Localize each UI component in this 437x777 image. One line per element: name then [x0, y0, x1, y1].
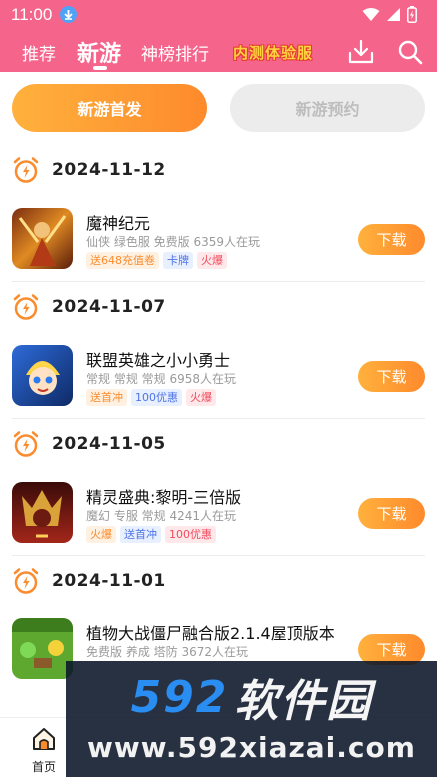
download-button[interactable]: 下载: [358, 224, 425, 255]
game-tags: 火爆 送首冲 100优惠: [86, 526, 216, 543]
download-manager-icon[interactable]: [347, 38, 375, 66]
game-title: 魔神纪元: [86, 214, 151, 233]
tab-new-games[interactable]: 新游: [77, 36, 121, 68]
game-item[interactable]: 精灵盛典:黎明-三倍版 魔幻 专服 常规 4241人在玩 火爆 送首冲 100优…: [12, 482, 425, 546]
segment-preorders[interactable]: 新游预约: [230, 84, 425, 132]
download-button[interactable]: 下载: [358, 361, 425, 392]
alarm-clock-icon: [13, 157, 39, 183]
nav-home[interactable]: 首页: [22, 726, 66, 775]
game-title: 植物大战僵尸融合版2.1.4屋顶版本: [86, 624, 335, 643]
status-time: 11:00: [11, 5, 53, 24]
date-header: 2024-11-01: [12, 566, 166, 596]
watermark-logo: 592 软件园: [66, 667, 437, 728]
tag: 卡牌: [163, 252, 193, 269]
alarm-clock-icon: [13, 568, 39, 594]
game-icon: [12, 208, 73, 269]
game-meta: 仙侠 绿色服 免费版 6359人在玩: [86, 235, 260, 249]
game-meta: 常规 常规 常规 6958人在玩: [86, 372, 236, 386]
divider: [12, 555, 425, 556]
date-header: 2024-11-05: [12, 429, 166, 459]
tag: 火爆: [197, 252, 227, 269]
download-notification-icon: [60, 6, 77, 23]
tab-rankings[interactable]: 神榜排行: [141, 40, 209, 65]
tag: 100优惠: [131, 389, 182, 406]
watermark-digits: 592: [130, 671, 229, 723]
nav-home-label: 首页: [31, 760, 56, 774]
game-icon: [12, 618, 73, 679]
active-tab-indicator: [93, 66, 107, 70]
date-header: 2024-11-12: [12, 155, 166, 185]
watermark-brand: 软件园: [234, 676, 373, 727]
date-header: 2024-11-07: [12, 292, 166, 322]
game-tags: 送648充值卷 卡牌 火爆: [86, 252, 227, 269]
signal-icon: [387, 8, 400, 21]
promo-tab[interactable]: 内测体验服: [233, 42, 313, 63]
tag: 火爆: [186, 389, 216, 406]
release-date: 2024-11-12: [52, 160, 166, 180]
tag: 送648充值卷: [86, 252, 159, 269]
tab-recommend[interactable]: 推荐: [22, 40, 56, 65]
segment-new-releases[interactable]: 新游首发: [12, 84, 207, 132]
game-item[interactable]: 魔神纪元 仙侠 绿色服 免费版 6359人在玩 送648充值卷 卡牌 火爆 下载: [12, 208, 425, 272]
game-item[interactable]: 联盟英雄之小小勇士 常规 常规 常规 6958人在玩 送首冲 100优惠 火爆 …: [12, 345, 425, 409]
tag: 送首冲: [120, 526, 161, 543]
game-tags: 送首冲 100优惠 火爆: [86, 389, 216, 406]
watermark-overlay: 592 软件园 www.592xiazai.com: [66, 661, 437, 777]
tag: 火爆: [86, 526, 116, 543]
game-icon: [12, 345, 73, 406]
tag: 送首冲: [86, 389, 127, 406]
download-button[interactable]: 下载: [358, 498, 425, 529]
search-icon[interactable]: [396, 38, 424, 66]
home-icon: [33, 728, 55, 750]
status-bar: 11:00: [0, 0, 437, 30]
battery-icon: [407, 6, 417, 23]
divider: [12, 418, 425, 419]
tag: 100优惠: [165, 526, 216, 543]
divider: [12, 281, 425, 282]
alarm-clock-icon: [13, 431, 39, 457]
system-icons: [362, 6, 417, 23]
game-meta: 免费版 养成 塔防 3672人在玩: [86, 645, 248, 659]
header-bar: 11:00 推荐 新游 神榜排行 内测体验服: [0, 0, 437, 72]
game-icon: [12, 482, 73, 543]
top-nav: 推荐 新游 神榜排行 内测体验服: [0, 34, 437, 72]
release-date: 2024-11-07: [52, 297, 166, 317]
release-date: 2024-11-01: [52, 571, 166, 591]
game-title: 联盟英雄之小小勇士: [86, 351, 231, 370]
wifi-icon: [362, 8, 380, 21]
game-meta: 魔幻 专服 常规 4241人在玩: [86, 509, 236, 523]
watermark-url: www.592xiazai.com: [87, 731, 416, 764]
release-date: 2024-11-05: [52, 434, 166, 454]
alarm-clock-icon: [13, 294, 39, 320]
game-title: 精灵盛典:黎明-三倍版: [86, 488, 242, 507]
